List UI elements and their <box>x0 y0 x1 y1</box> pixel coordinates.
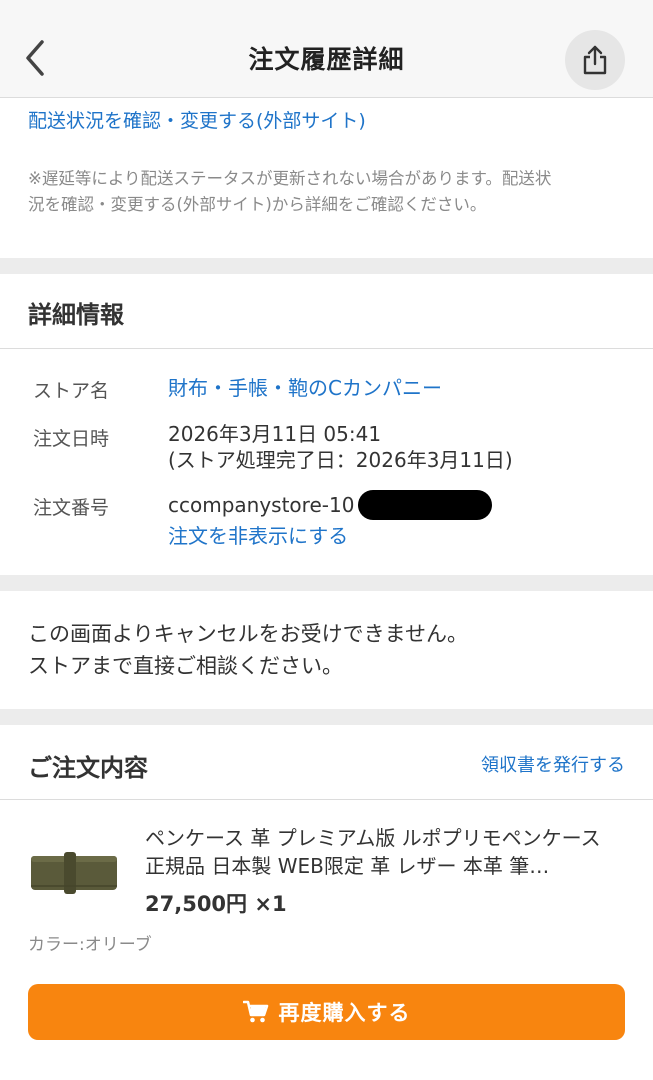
shipping-note-line1: ※遅延等により配送ステータスが更新されない場合があります。配送状 <box>28 169 552 188</box>
cancel-notice: この画面よりキャンセルをお受けできません。 ストアまで直接ご相談ください。 <box>28 618 468 682</box>
redaction-mark <box>358 490 492 520</box>
store-name-label: ストア名 <box>33 380 110 402</box>
section-divider <box>0 709 653 725</box>
share-icon <box>583 45 607 75</box>
header-bar: 注文履歴詳細 <box>0 0 653 98</box>
order-date-label: 注文日時 <box>33 428 110 450</box>
order-number-label: 注文番号 <box>33 497 110 519</box>
section-divider <box>0 258 653 274</box>
page-title: 注文履歴詳細 <box>248 45 405 74</box>
rebuy-button-label: 再度購入する <box>278 1001 411 1025</box>
pen-case-image <box>31 852 117 894</box>
order-number-value: ccompanystore-10 <box>168 493 355 517</box>
section-divider <box>0 575 653 591</box>
product-name[interactable]: ペンケース 革 プレミアム版 ルポプリモペンケース 正規品 日本製 WEB限定 … <box>145 824 623 886</box>
divider <box>0 799 653 800</box>
shipping-note: ※遅延等により配送ステータスが更新されない場合があります。配送状 況を確認・変更… <box>28 166 626 218</box>
order-date-value: 2026年3月11日 05:41 <box>168 422 382 446</box>
product-price: 27,500円 ×1 <box>145 892 287 916</box>
divider <box>0 348 653 349</box>
share-button[interactable] <box>565 30 625 90</box>
details-section-title: 詳細情報 <box>28 301 124 329</box>
product-thumbnail[interactable] <box>28 842 120 902</box>
store-processed-date: (ストア処理完了日：2026年3月11日) <box>168 448 513 472</box>
product-color-option: カラー:オリーブ <box>28 935 152 955</box>
issue-receipt-link[interactable]: 領収書を発行する <box>481 751 625 777</box>
cart-icon <box>242 1000 268 1023</box>
rebuy-button[interactable]: 再度購入する <box>28 984 625 1040</box>
shipping-note-line2: 況を確認・変更する(外部サイト)から詳細をご確認ください。 <box>28 195 487 214</box>
order-contents-title: ご注文内容 <box>28 754 148 782</box>
order-history-detail-screen: 注文履歴詳細 配送状況を確認・変更する(外部サイト) ※遅延等により配送ステータ… <box>0 0 653 1080</box>
cancel-notice-line2: ストアまで直接ご相談ください。 <box>28 654 343 678</box>
cancel-notice-line1: この画面よりキャンセルをお受けできません。 <box>28 622 468 646</box>
hide-order-link[interactable]: 注文を非表示にする <box>168 522 348 550</box>
store-name-link[interactable]: 財布・手帳・鞄のCカンパニー <box>168 374 442 402</box>
shipping-status-link[interactable]: 配送状況を確認・変更する(外部サイト) <box>28 106 366 133</box>
